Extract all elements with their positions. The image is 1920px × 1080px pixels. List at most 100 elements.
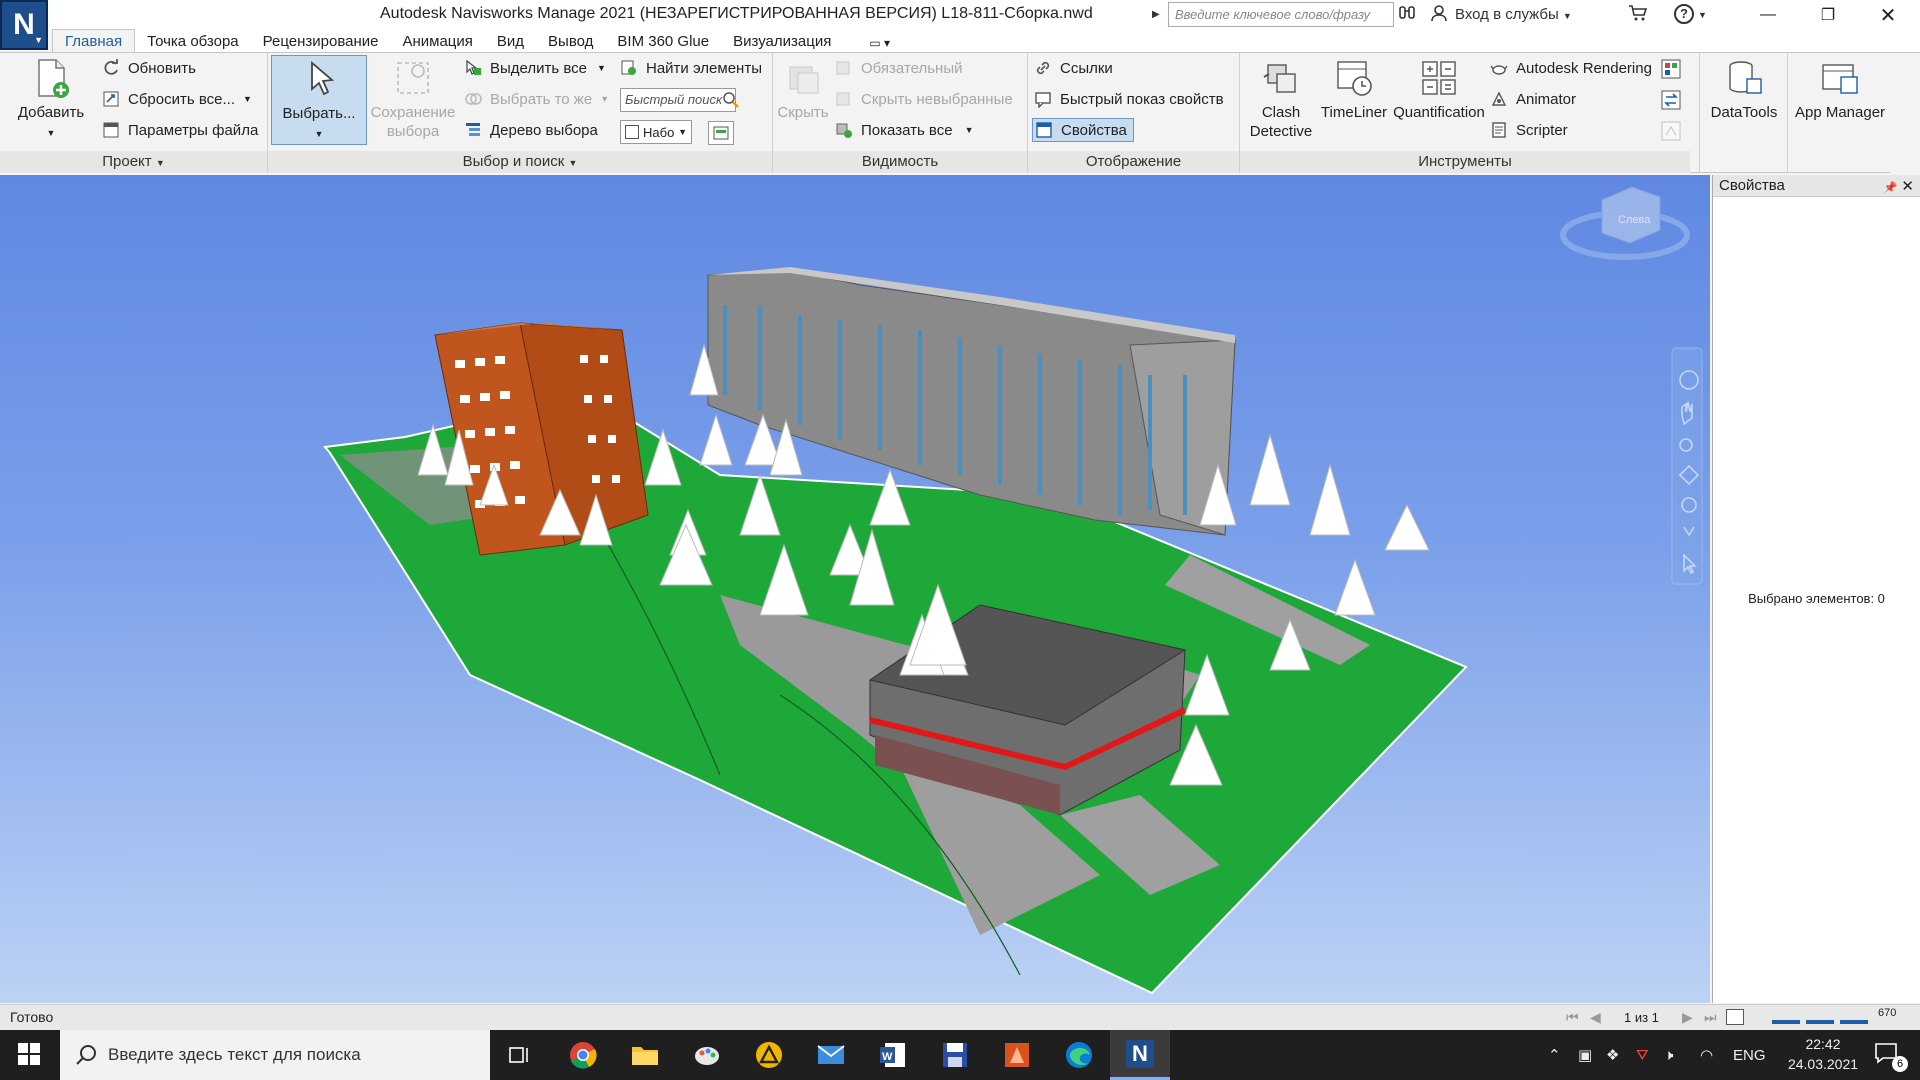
panel-select-search-label[interactable]: Выбор и поиск ▼ (268, 151, 772, 173)
acrobat-icon[interactable]: ⛛ (1636, 1030, 1649, 1080)
quick-search-input[interactable]: Быстрый поиск (620, 88, 736, 112)
tab-bim360[interactable]: BIM 360 Glue (605, 30, 721, 53)
quick-search-icon[interactable] (722, 91, 740, 113)
quick-properties-icon (1034, 90, 1052, 109)
tab-output[interactable]: Вывод (536, 30, 605, 53)
next-page-icon[interactable]: ▶ (1682, 1009, 1693, 1026)
word-icon[interactable]: W (877, 1040, 909, 1070)
timeliner-button[interactable]: TimeLiner (1314, 57, 1394, 122)
save-disk-icon[interactable] (939, 1040, 971, 1070)
clash-detective-button[interactable]: Clash Detective (1244, 57, 1318, 141)
scene-viewport[interactable]: Слева (0, 175, 1710, 1003)
sets-icon (625, 125, 639, 139)
file-explorer-icon[interactable] (629, 1040, 661, 1070)
chevron-down-icon[interactable]: ▼ (1698, 10, 1707, 20)
language-indicator[interactable]: ENG (1733, 1030, 1766, 1080)
tab-review[interactable]: Рецензирование (251, 30, 391, 53)
select-same-button[interactable]: Выбрать то же ▼ (464, 88, 609, 110)
sets-dropdown[interactable]: Набо ▼ (620, 120, 692, 144)
pin-icon[interactable]: 📌 (1884, 182, 1898, 194)
page-indicator: 1 из 1 (1624, 1010, 1659, 1025)
reset-all-button[interactable]: Сбросить все... ▼ (102, 88, 252, 110)
windows-start-icon[interactable] (18, 1043, 40, 1069)
add-file-icon (30, 57, 72, 99)
revit-icon[interactable] (1001, 1040, 1033, 1070)
cart-icon[interactable] (1628, 4, 1648, 27)
select-label: Выбрать... (282, 105, 356, 122)
login-button[interactable]: Вход в службы ▼ (1455, 6, 1572, 23)
help-icon[interactable]: ? (1674, 4, 1694, 24)
search-input[interactable]: Введите ключевое слово/фразу (1168, 2, 1394, 27)
animator-button[interactable]: Animator (1490, 88, 1576, 110)
volume-muted-icon[interactable]: 🕨 (1664, 1030, 1673, 1080)
hide-unselected-button[interactable]: Скрыть невыбранные (835, 88, 1013, 110)
save-selection-icon (392, 57, 434, 99)
quantification-label: Quantification (1393, 104, 1485, 121)
app-menu-button[interactable]: N ▼ (0, 0, 48, 50)
quantification-button[interactable]: Quantification (1384, 57, 1494, 122)
properties-panel-title: Свойства (1719, 177, 1785, 194)
autocad-icon[interactable] (753, 1040, 785, 1070)
panel-project-label[interactable]: Проект ▼ (0, 151, 267, 173)
tab-viewpoint[interactable]: Точка обзора (135, 30, 251, 53)
tab-view[interactable]: Вид (485, 30, 536, 53)
meet-now-icon[interactable]: ▣ (1578, 1030, 1592, 1080)
chrome-icon[interactable] (567, 1040, 599, 1070)
batch-utility-icon[interactable] (1660, 89, 1682, 115)
add-button[interactable]: Добавить ▼ (8, 57, 94, 143)
select-all-icon (464, 59, 482, 77)
sheet-browser-icon[interactable] (1726, 1009, 1744, 1025)
wifi-icon[interactable]: ◠ (1700, 1030, 1713, 1080)
hide-button[interactable]: Скрыть (775, 57, 831, 122)
file-settings-icon (102, 121, 120, 139)
select-button[interactable]: Выбрать... ▼ (271, 55, 367, 145)
file-params-button[interactable]: Параметры файла (102, 119, 258, 141)
tab-home[interactable]: Главная (52, 29, 136, 53)
paint-app-icon[interactable] (691, 1040, 723, 1070)
tab-options-icon[interactable]: ▭ ▾ (843, 33, 902, 53)
minimize-button[interactable]: — (1740, 0, 1796, 30)
user-icon[interactable] (1430, 4, 1448, 27)
last-page-icon[interactable]: ⏭ (1704, 1009, 1717, 1026)
panel-tools-label: Инструменты (1240, 151, 1690, 173)
tab-render[interactable]: Визуализация (721, 30, 843, 53)
navisworks-taskbar-button[interactable]: N (1110, 1030, 1170, 1080)
manage-sets-icon[interactable] (708, 121, 734, 145)
close-icon[interactable]: ✕ (1901, 178, 1914, 195)
datatools-button[interactable]: DataTools (1702, 57, 1786, 122)
taskbar-search-input[interactable]: Введите здесь текст для поиска (60, 1030, 490, 1080)
panel-visibility: Скрыть Обязательный Скрыть невыбранные П… (773, 53, 1028, 173)
selection-tree-label: Дерево выбора (490, 121, 598, 139)
required-button[interactable]: Обязательный (835, 57, 963, 79)
app-manager-button[interactable]: App Manager (1790, 57, 1890, 122)
find-items-button[interactable]: Найти элементы (620, 57, 762, 79)
notifications-button[interactable]: 6 (1874, 1042, 1908, 1072)
links-button[interactable]: Ссылки (1034, 57, 1113, 79)
dropbox-icon[interactable]: ❖ (1606, 1030, 1619, 1080)
quick-properties-button[interactable]: Быстрый показ свойств (1034, 88, 1224, 110)
show-all-button[interactable]: Показать все ▼ (835, 119, 974, 141)
properties-toggle[interactable]: Свойства (1032, 118, 1134, 142)
mail-icon[interactable] (815, 1040, 847, 1070)
file-params-label: Параметры файла (128, 121, 259, 139)
task-view-icon[interactable] (504, 1040, 536, 1070)
tray-chevron-icon[interactable]: ⌃ (1548, 1030, 1561, 1080)
expand-arrow-icon[interactable]: ▶ (1152, 9, 1160, 20)
prev-page-icon[interactable]: ◀ (1590, 1009, 1601, 1026)
first-page-icon[interactable]: ⏮ (1566, 1009, 1579, 1026)
scripter-button[interactable]: Scripter (1490, 119, 1568, 141)
select-all-button[interactable]: Выделить все ▼ (464, 57, 606, 79)
refresh-button[interactable]: Обновить (102, 57, 196, 79)
compare-icon[interactable] (1660, 120, 1682, 146)
selection-tree-button[interactable]: Дерево выбора (464, 119, 598, 141)
close-button[interactable]: ✕ (1860, 0, 1916, 30)
tab-animation[interactable]: Анимация (390, 30, 484, 53)
restore-button[interactable]: ❐ (1800, 0, 1856, 30)
save-selection-button[interactable]: Сохранение выбора (370, 57, 456, 141)
quantification-icon (1418, 57, 1460, 99)
edge-icon[interactable] (1063, 1040, 1095, 1070)
clock[interactable]: 22:42 24.03.2021 (1780, 1034, 1866, 1074)
rendering-button[interactable]: Autodesk Rendering (1490, 57, 1652, 79)
binoculars-icon[interactable] (1398, 4, 1416, 27)
appearance-profiler-icon[interactable] (1660, 58, 1682, 84)
